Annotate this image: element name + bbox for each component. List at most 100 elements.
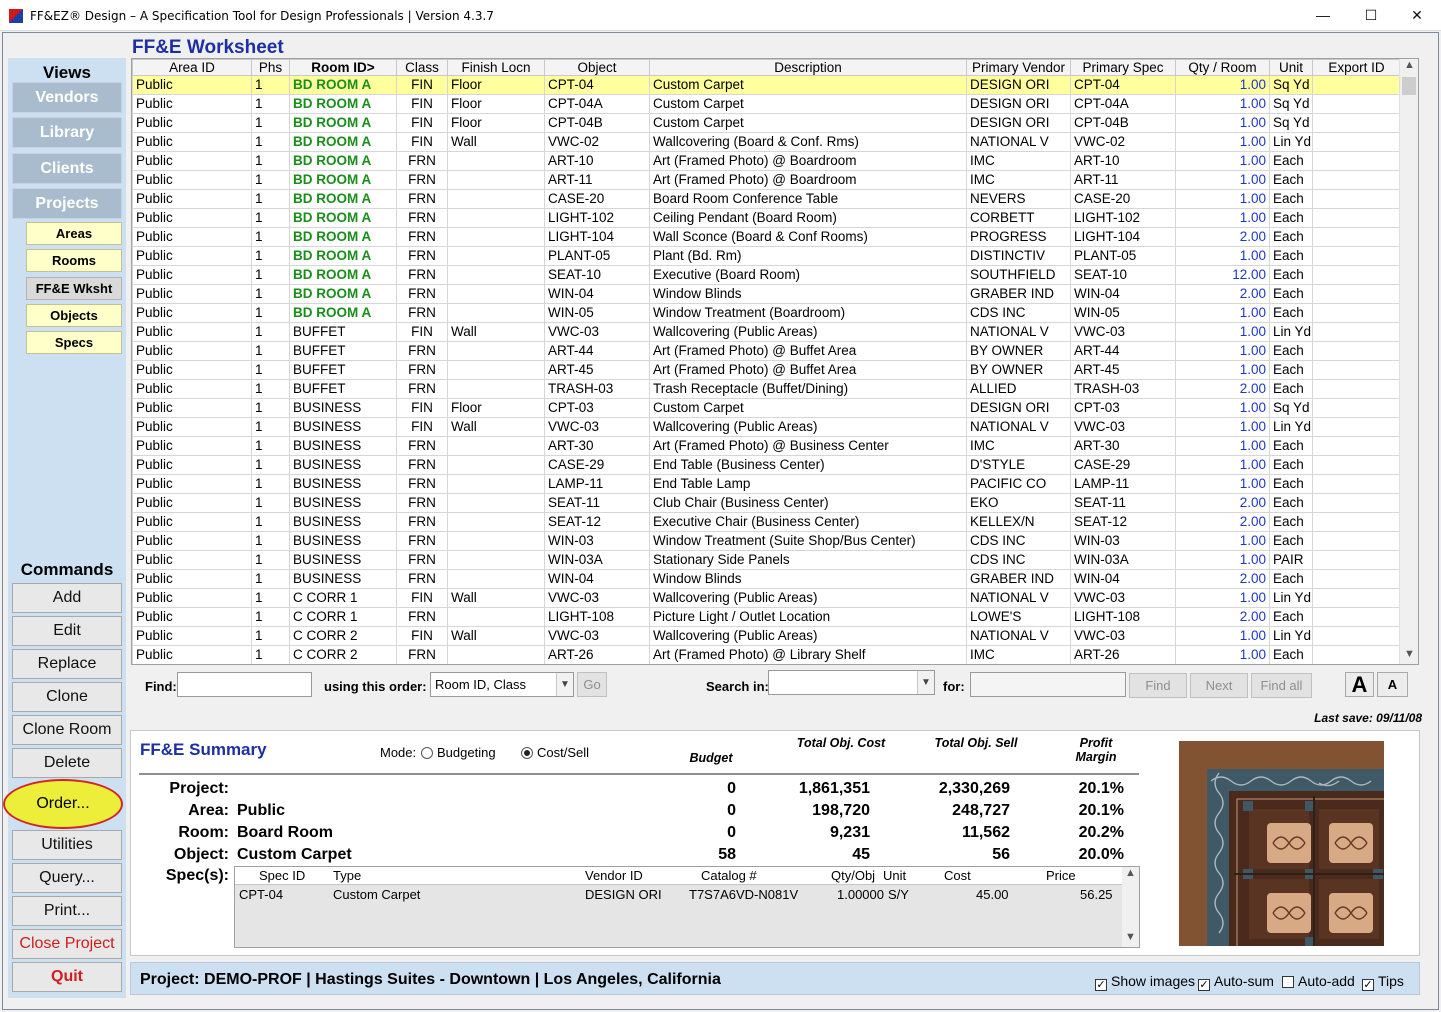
table-cell[interactable]: Club Chair (Business Center) [649,493,967,513]
table-cell[interactable]: BUSINESS [289,436,397,456]
table-row[interactable]: Public 1 BD ROOM A FRN PLANT-05 Plant (Bd. Rm… [132,246,1401,266]
table-cell[interactable]: Each [1269,303,1313,323]
table-cell[interactable]: Public [132,512,252,532]
chevron-down-icon[interactable]: ▼ [917,671,934,694]
table-cell[interactable] [447,151,545,171]
table-cell[interactable]: BUSINESS [289,569,397,589]
table-cell[interactable] [447,246,545,266]
table-row[interactable]: Public 1 BUSINESS FRN ART-30 Art (Framed Phot… [132,436,1401,456]
table-cell[interactable]: 2.00 [1175,493,1270,513]
table-row[interactable]: Public 1 BUFFET FRN TRASH-03 Trash Receptacle… [132,379,1401,399]
table-row[interactable]: Public 1 BD ROOM A FRN ART-11 Art (Framed Pho… [132,170,1401,190]
table-cell[interactable]: DESIGN ORI [966,94,1071,114]
table-cell[interactable]: Executive (Board Room) [649,265,967,285]
table-cell[interactable]: Each [1269,265,1313,285]
table-cell[interactable]: Wall [447,322,545,342]
table-cell[interactable]: 12.00 [1175,265,1270,285]
checkbox-checked-icon[interactable]: ✓ [1198,979,1210,991]
table-cell[interactable]: C CORR 1 [289,607,397,627]
font-larger-button[interactable]: A [1345,672,1374,697]
table-row[interactable]: Public 1 BD ROOM A FIN Floor CPT-04B Custom Ca… [132,113,1401,133]
table-cell[interactable]: Art (Framed Photo) @ Buffet Area [649,360,967,380]
specs-scrollbar[interactable]: ▲ ▼ [1122,867,1139,947]
table-cell[interactable]: 2.00 [1175,227,1270,247]
table-cell[interactable]: Public [132,398,252,418]
table-cell[interactable]: 1 [251,455,290,475]
table-cell[interactable] [1312,436,1401,456]
table-row[interactable]: Public 1 BD ROOM A FRN CASE-20 Board Room Con… [132,189,1401,209]
table-cell[interactable]: PACIFIC CO [966,474,1071,494]
table-row[interactable]: Public 1 C CORR 1 FRN LIGHT-108 Picture Light… [132,607,1401,627]
table-cell[interactable]: NATIONAL V [966,322,1071,342]
table-cell[interactable]: ART-26 [1070,645,1176,664]
table-cell[interactable]: CPT-03 [544,398,650,418]
next-button[interactable]: Next [1190,673,1248,698]
table-cell[interactable]: 1 [251,398,290,418]
table-cell[interactable]: Custom Carpet [649,113,967,133]
table-cell[interactable]: Each [1269,379,1313,399]
table-cell[interactable]: 1.00 [1175,208,1270,228]
table-cell[interactable]: BUFFET [289,322,397,342]
table-cell[interactable]: SOUTHFIELD [966,265,1071,285]
table-cell[interactable]: BD ROOM A [289,284,397,304]
table-cell[interactable]: 1.00 [1175,417,1270,437]
table-cell[interactable] [447,341,545,361]
table-cell[interactable]: Public [132,341,252,361]
table-cell[interactable]: FRN [396,645,448,664]
table-cell[interactable]: Each [1269,436,1313,456]
query-button[interactable]: Query... [12,863,122,893]
table-row[interactable]: Public 1 BD ROOM A FIN Floor CPT-04A Custom Ca… [132,94,1401,114]
for-input[interactable] [970,672,1126,697]
table-cell[interactable]: CPT-03 [1070,398,1176,418]
table-cell[interactable]: Public [132,227,252,247]
table-cell[interactable]: LIGHT-102 [544,208,650,228]
table-cell[interactable] [1312,284,1401,304]
table-cell[interactable]: Window Blinds [649,569,967,589]
table-cell[interactable]: Public [132,113,252,133]
checkbox-checked-icon[interactable]: ✓ [1095,979,1107,991]
table-cell[interactable]: FRN [396,151,448,171]
table-cell[interactable]: BD ROOM A [289,132,397,152]
table-cell[interactable]: Ceiling Pendant (Board Room) [649,208,967,228]
table-cell[interactable]: 1.00 [1175,303,1270,323]
table-cell[interactable] [447,550,545,570]
table-cell[interactable] [447,493,545,513]
table-cell[interactable]: Each [1269,645,1313,664]
table-cell[interactable]: 1.00 [1175,322,1270,342]
table-cell[interactable]: Custom Carpet [649,94,967,114]
table-cell[interactable]: 1.00 [1175,626,1270,646]
table-cell[interactable]: VWC-03 [1070,417,1176,437]
table-cell[interactable]: Plant (Bd. Rm) [649,246,967,266]
table-cell[interactable]: VWC-03 [1070,588,1176,608]
find-button[interactable]: Find [1129,673,1187,698]
table-cell[interactable]: Wall [447,626,545,646]
table-cell[interactable]: Wall [447,132,545,152]
table-cell[interactable]: SEAT-10 [1070,265,1176,285]
edit-button[interactable]: Edit [12,616,122,646]
table-cell[interactable]: FIN [396,75,448,95]
table-cell[interactable]: FRN [396,170,448,190]
table-cell[interactable]: Each [1269,531,1313,551]
table-cell[interactable]: 1 [251,284,290,304]
table-cell[interactable]: Each [1269,341,1313,361]
mode-costsell-radio[interactable]: Cost/Sell [521,745,589,760]
table-cell[interactable]: C CORR 2 [289,626,397,646]
table-cell[interactable]: Public [132,322,252,342]
table-cell[interactable]: Each [1269,284,1313,304]
spec-column-header[interactable]: Type [333,868,361,883]
table-cell[interactable]: 1 [251,170,290,190]
table-cell[interactable]: Lin Yd [1269,417,1313,437]
table-cell[interactable]: BUSINESS [289,512,397,532]
table-cell[interactable] [447,455,545,475]
table-cell[interactable]: 1 [251,531,290,551]
table-cell[interactable]: BD ROOM A [289,170,397,190]
table-cell[interactable]: Public [132,94,252,114]
table-cell[interactable]: FRN [396,436,448,456]
table-cell[interactable]: FIN [396,132,448,152]
table-cell[interactable]: Public [132,208,252,228]
table-cell[interactable]: 1 [251,379,290,399]
table-cell[interactable]: CORBETT [966,208,1071,228]
table-cell[interactable] [1312,170,1401,190]
table-cell[interactable]: FIN [396,398,448,418]
table-cell[interactable] [447,265,545,285]
